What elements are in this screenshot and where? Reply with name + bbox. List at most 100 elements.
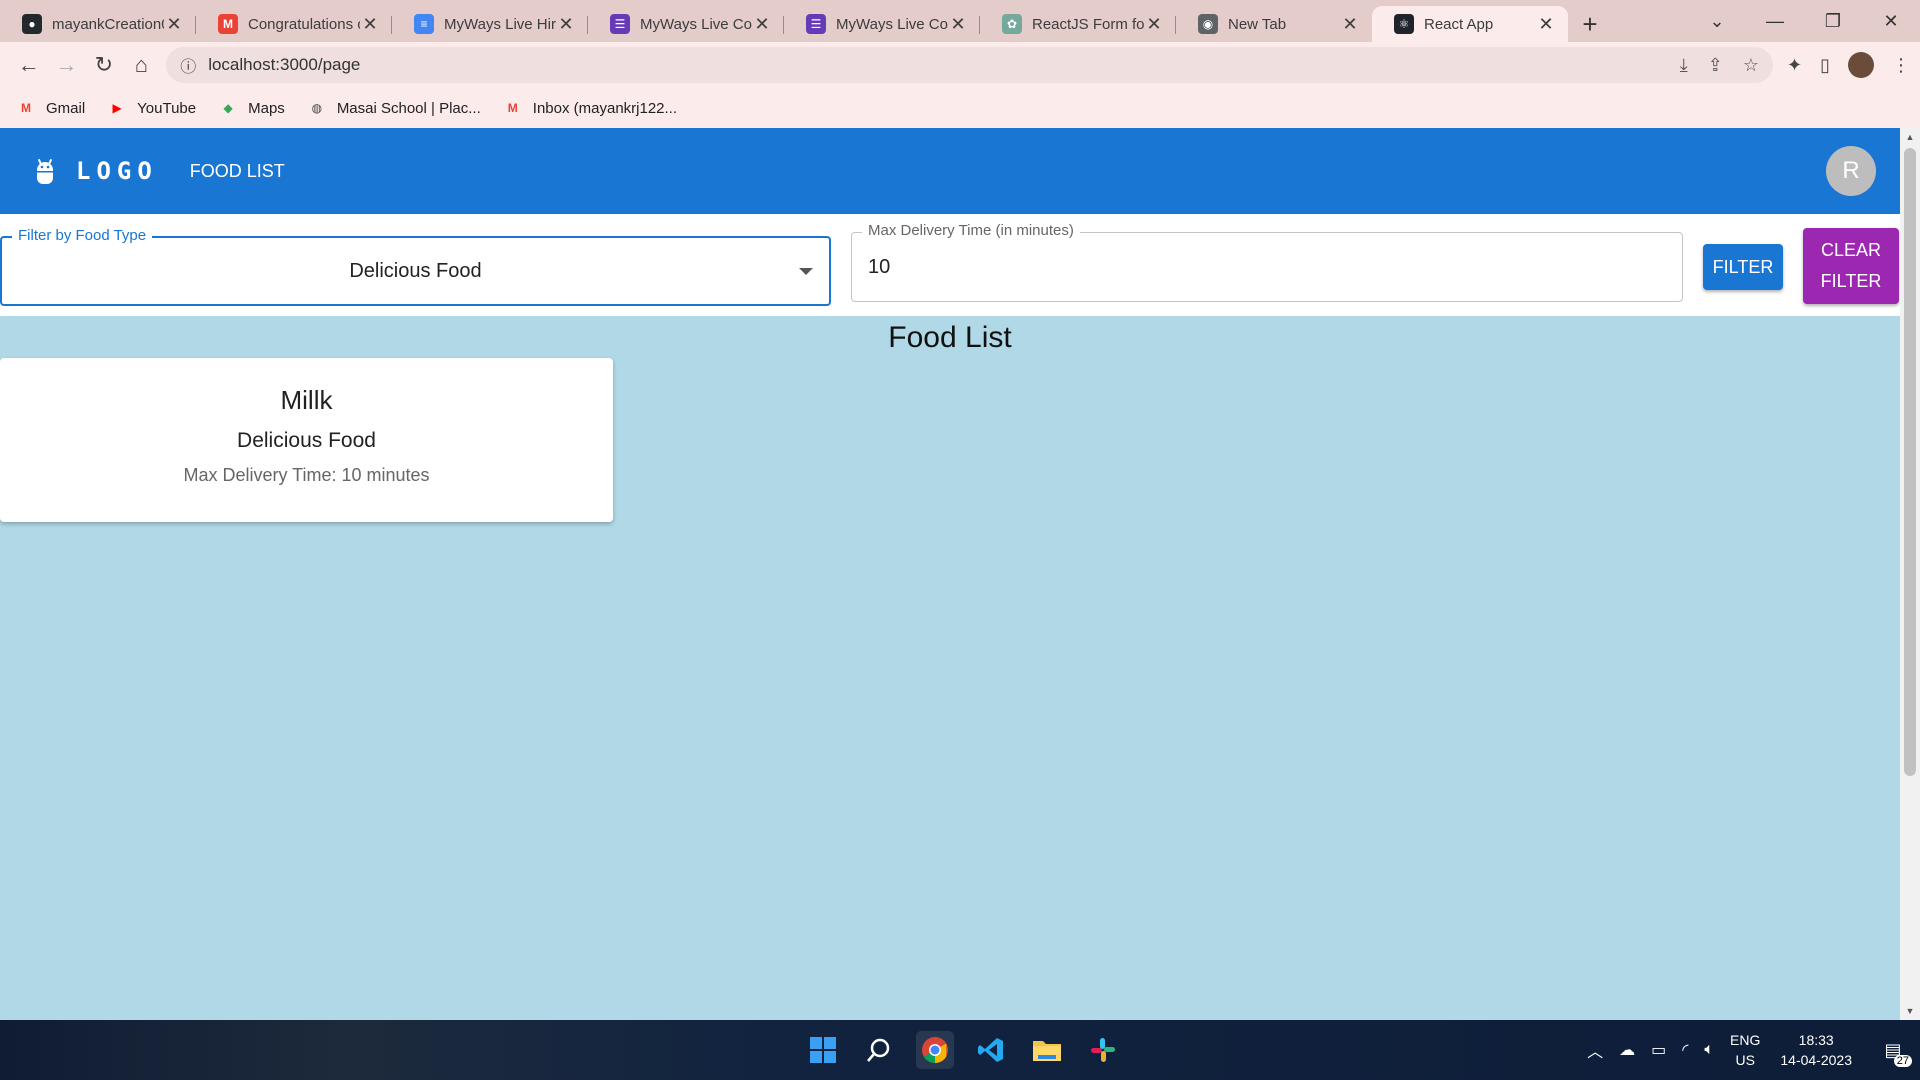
browser-tab[interactable]: ⚛ React App ✕	[1372, 6, 1568, 42]
start-button[interactable]	[804, 1031, 842, 1069]
scroll-down-icon[interactable]: ▼	[1900, 1006, 1920, 1016]
arrow-right-icon: →	[55, 52, 78, 77]
url-text[interactable]: localhost:3000/page	[208, 55, 360, 75]
gmail-icon: M	[218, 14, 238, 34]
taskbar-vscode[interactable]	[972, 1031, 1010, 1069]
side-panel-icon[interactable]: ▯	[1820, 55, 1830, 76]
taskbar-file-explorer[interactable]	[1028, 1031, 1066, 1069]
github-icon: ●	[22, 14, 42, 34]
wifi-icon[interactable]: ◜	[1682, 1040, 1688, 1060]
nav-food-list[interactable]: FOOD LIST	[190, 161, 285, 182]
volume-icon[interactable]: 🔈︎	[1704, 1041, 1714, 1059]
page-scrollbar[interactable]: ▲ ▼	[1900, 128, 1920, 1020]
clock[interactable]: 18:33 14-04-2023	[1780, 1030, 1852, 1070]
omnibox-actions: ⤓ ⇪ ☆	[1680, 55, 1759, 76]
language-indicator[interactable]: ENG US	[1730, 1030, 1760, 1070]
food-type-label: Filter by Food Type	[12, 227, 153, 245]
bookmark-item[interactable]: ▶ YouTube	[107, 100, 197, 117]
bookmark-label: Masai School | Plac...	[336, 99, 481, 117]
browser-tab[interactable]: ☰ MyWays Live Cod ✕	[588, 6, 784, 42]
bookmark-item[interactable]: M Gmail	[16, 100, 85, 117]
clear-filter-button[interactable]: CLEAR FILTER	[1803, 228, 1899, 304]
scrollbar-thumb[interactable]	[1904, 148, 1916, 776]
browser-toolbar: ← → ↻ ⌂ ⓘ localhost:3000/page ⤓ ⇪ ☆ ✦ ▯ …	[0, 42, 1920, 88]
onedrive-icon[interactable]: ☁	[1619, 1040, 1635, 1060]
food-type-select[interactable]: Filter by Food Type Delicious Food	[0, 227, 831, 306]
menu-icon[interactable]: ⋮	[1892, 55, 1910, 76]
browser-tab[interactable]: ☰ MyWays Live Cod ✕	[784, 6, 980, 42]
bookmark-label: Maps	[248, 99, 285, 117]
back-button[interactable]: ←	[10, 45, 48, 85]
restore-icon[interactable]: ❐	[1804, 11, 1862, 32]
minimize-icon[interactable]: —	[1746, 11, 1804, 32]
close-icon[interactable]: ✕	[164, 14, 184, 35]
bookmark-label: Gmail	[46, 99, 86, 117]
youtube-icon: ▶	[112, 101, 122, 115]
food-list-title: Food List	[888, 321, 1012, 354]
new-tab-button[interactable]: +	[1568, 6, 1612, 42]
home-button[interactable]: ⌂	[123, 45, 161, 85]
chatgpt-icon: ✿	[1002, 14, 1022, 34]
share-icon[interactable]: ⇪	[1708, 55, 1723, 76]
tab-title: Congratulations o	[248, 15, 360, 33]
adb-icon	[32, 158, 58, 184]
delivery-time-input[interactable]	[868, 255, 1666, 279]
chrome-icon: ◉	[1198, 14, 1218, 34]
filter-button[interactable]: FILTER	[1703, 244, 1783, 290]
close-icon[interactable]: ✕	[1144, 14, 1164, 35]
window-close-icon[interactable]: ✕	[1862, 11, 1920, 32]
install-app-icon[interactable]: ⤓	[1680, 55, 1688, 76]
delivery-time-label: Max Delivery Time (in minutes)	[862, 222, 1080, 240]
taskbar-apps	[804, 1020, 1122, 1080]
food-delivery-time: Max Delivery Time: 10 minutes	[183, 465, 430, 485]
gmail-icon: M	[21, 101, 31, 115]
info-icon[interactable]: ⓘ	[180, 53, 196, 77]
browser-tab[interactable]: ✿ ReactJS Form for ✕	[980, 6, 1176, 42]
forward-button[interactable]: →	[48, 45, 86, 85]
folder-icon	[1033, 1041, 1061, 1061]
browser-tab[interactable]: ◉ New Tab ✕	[1176, 6, 1372, 42]
bookmark-item[interactable]: ◍ Masai School | Plac...	[307, 100, 481, 117]
close-icon[interactable]: ✕	[1536, 14, 1556, 35]
bookmark-label: Inbox (mayankrj122...	[532, 99, 678, 117]
browser-tab[interactable]: M Congratulations o ✕	[196, 6, 392, 42]
food-type-value: Delicious Food	[349, 259, 482, 282]
bookmark-item[interactable]: M Inbox (mayankrj122...	[503, 100, 677, 117]
vscode-icon	[978, 1038, 1003, 1062]
delivery-time-field: Max Delivery Time (in minutes)	[851, 222, 1683, 302]
browser-tab-strip: ● mayankCreation0 ✕ M Congratulations o ✕ ≡ MyW…	[0, 0, 1920, 42]
tab-title: React App	[1424, 15, 1494, 33]
home-icon: ⌂	[134, 52, 149, 77]
clock-time: 18:33	[1798, 1032, 1834, 1048]
taskbar-slack[interactable]	[1084, 1031, 1122, 1069]
logo-text[interactable]: LOGO	[76, 157, 158, 185]
tab-search-icon[interactable]: ⌄	[1688, 11, 1746, 32]
notifications-button[interactable]: ▤ 27	[1878, 1035, 1912, 1067]
scroll-up-icon[interactable]: ▲	[1900, 132, 1920, 142]
chevron-up-icon[interactable]: ︿	[1587, 1038, 1603, 1062]
slack-icon	[1091, 1038, 1115, 1062]
tab-title: MyWays Live Cod	[836, 15, 948, 33]
tab-title: mayankCreation0	[52, 15, 164, 33]
browser-tab[interactable]: ≡ MyWays Live Hiri ✕	[392, 6, 588, 42]
reload-button[interactable]: ↻	[85, 45, 123, 85]
user-avatar[interactable]: R	[1826, 146, 1876, 196]
bookmark-star-icon[interactable]: ☆	[1743, 55, 1759, 76]
browser-tab[interactable]: ● mayankCreation0 ✕	[0, 6, 196, 42]
battery-icon[interactable]: ▭	[1651, 1040, 1666, 1060]
taskbar-chrome[interactable]	[916, 1031, 954, 1069]
address-bar[interactable]: ⓘ localhost:3000/page ⤓ ⇪ ☆	[166, 47, 1773, 83]
close-icon[interactable]: ✕	[1340, 14, 1360, 35]
tab-title: MyWays Live Hiri	[444, 15, 556, 33]
close-icon[interactable]: ✕	[752, 14, 772, 35]
close-icon[interactable]: ✕	[948, 14, 968, 35]
profile-avatar[interactable]	[1848, 52, 1874, 78]
bookmark-item[interactable]: ◆ Maps	[218, 100, 285, 117]
close-icon[interactable]: ✕	[556, 14, 576, 35]
region-code: US	[1735, 1052, 1755, 1068]
search-button[interactable]	[860, 1031, 898, 1069]
extensions-icon[interactable]: ✦	[1787, 55, 1802, 76]
system-tray: ︿ ☁ ▭ ◜ 🔈︎ ENG US 18:33 14-04-2023 ▤ 27	[1587, 1020, 1920, 1080]
windows-taskbar: ︿ ☁ ▭ ◜ 🔈︎ ENG US 18:33 14-04-2023 ▤ 27	[0, 1020, 1920, 1080]
close-icon[interactable]: ✕	[360, 14, 380, 35]
